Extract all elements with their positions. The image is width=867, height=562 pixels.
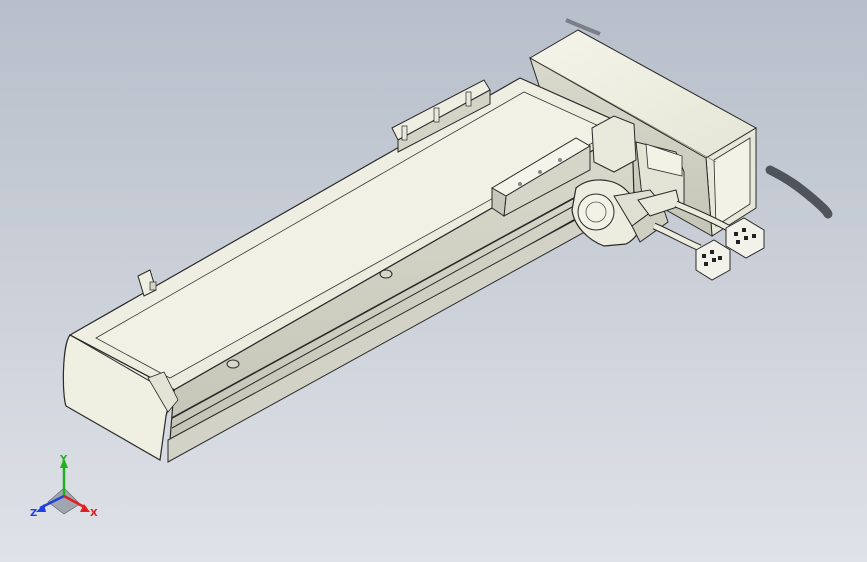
connector-1[interactable] [695,239,731,281]
cad-model-view[interactable]: Y X Z [0,0,867,562]
coordinate-triad[interactable]: Y X Z [30,454,98,519]
y-axis-label: Y [59,454,68,465]
x-axis-label: X [90,508,98,519]
z-axis-label: Z [30,508,37,519]
cad-viewport[interactable]: Y X Z [0,0,867,562]
